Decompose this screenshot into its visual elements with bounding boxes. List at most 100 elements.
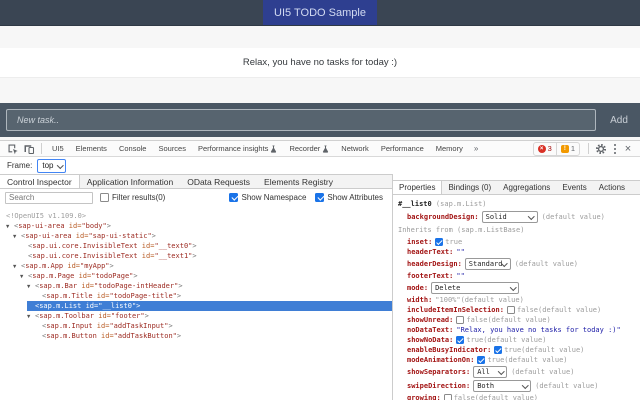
tree-node-myApp[interactable]: ▼<sap.m.App id="myApp"> <box>13 261 392 271</box>
properties-tab-aggregations[interactable]: Aggregations <box>497 181 556 194</box>
tree-node-addTaskInput[interactable]: <sap.m.Input id="addTaskInput"> <box>34 321 392 331</box>
default-value-suffix: (default value) <box>483 335 546 345</box>
tree-attr-value: "__text1" <box>154 252 192 260</box>
property-checkbox-shownodata[interactable] <box>456 336 464 344</box>
kebab-menu-icon[interactable] <box>609 142 621 156</box>
filter-results-checkbox[interactable] <box>100 193 109 202</box>
frame-select[interactable]: top <box>37 159 66 173</box>
inspector-panes: Control InspectorApplication Information… <box>0 174 640 400</box>
devtools-tab-memory[interactable]: Memory <box>430 141 469 156</box>
expand-arrow-icon[interactable]: ▼ <box>6 222 14 232</box>
inspector-tab-application-information[interactable]: Application Information <box>80 175 180 188</box>
tree-node-__text0[interactable]: <sap.ui.core.InvisibleText id="__text0"> <box>20 241 392 251</box>
property-select-backgrounddesign[interactable]: Solid <box>482 211 538 223</box>
properties-tab-events[interactable]: Events <box>556 181 592 194</box>
devtools-tab-strip: UI5ElementsConsoleSourcesPerformance ins… <box>46 141 469 156</box>
warning-count: 1 <box>571 144 575 153</box>
tree-node-root-comment[interactable]: <!OpenUI5 v1.109.0> <box>6 211 392 221</box>
property-row-width: width:"100%" (default value) <box>398 295 640 305</box>
filter-results-group[interactable]: Filter results(0) <box>100 193 165 202</box>
warning-badge[interactable]: ! 1 <box>556 143 579 155</box>
property-checkbox-growing[interactable] <box>444 394 452 400</box>
inspect-element-icon[interactable] <box>6 142 20 156</box>
tree-node-body[interactable]: ▼<sap-ui-area id="body"> <box>6 221 392 231</box>
property-row-shownodata: showNoData:true (default value) <box>398 335 640 345</box>
property-row-mode: mode:Delete <box>398 281 640 295</box>
property-name: showUnread: <box>407 315 453 325</box>
close-devtools-icon[interactable]: × <box>621 142 635 156</box>
property-select-showseparators[interactable]: All <box>473 366 507 378</box>
devtools-tab-ui5[interactable]: UI5 <box>46 141 70 156</box>
properties-tab-bindings-0[interactable]: Bindings (0) <box>442 181 497 194</box>
tree-node-__list0[interactable]: <sap.m.List id="__list0"> <box>27 301 392 311</box>
default-value-suffix: (default value) <box>535 381 598 391</box>
control-tree: <!OpenUI5 v1.109.0>▼<sap-ui-area id="bod… <box>0 206 392 400</box>
property-name: showSeparators: <box>407 367 470 377</box>
show-namespace-group[interactable]: Show Namespace <box>229 193 306 202</box>
tree-node-todoPage-intHeader[interactable]: ▼<sap.m.Bar id="todoPage-intHeader"> <box>27 281 392 291</box>
devtools-tab-console[interactable]: Console <box>113 141 153 156</box>
inspector-tab-elements-registry[interactable]: Elements Registry <box>257 175 340 188</box>
expand-arrow-icon[interactable]: ▼ <box>13 262 21 272</box>
property-value: false <box>454 393 475 400</box>
tree-node-addTaskButton[interactable]: <sap.m.Button id="addTaskButton"> <box>34 331 392 341</box>
property-checkbox-includeiteminselection[interactable] <box>507 306 515 314</box>
show-namespace-checkbox[interactable] <box>229 193 238 202</box>
default-value-suffix: (default value) <box>521 345 584 355</box>
property-checkbox-enablebusyindicator[interactable] <box>494 346 502 354</box>
toolbar-divider <box>41 143 42 154</box>
property-name: inset: <box>407 237 432 247</box>
devtools-tab-recorder[interactable]: Recorder <box>283 141 335 156</box>
todo-list-empty-state: Relax, you have no tasks for today :) <box>0 48 640 78</box>
property-checkbox-modeanimationon[interactable] <box>477 356 485 364</box>
show-attributes-checkbox[interactable] <box>315 193 324 202</box>
tree-node-footer[interactable]: ▼<sap.m.Toolbar id="footer"> <box>27 311 392 321</box>
expand-arrow-icon[interactable]: ▼ <box>20 272 28 282</box>
show-attributes-group[interactable]: Show Attributes <box>315 193 383 202</box>
property-select-mode[interactable]: Delete <box>431 282 519 294</box>
property-row-showseparators: showSeparators:All (default value) <box>398 365 640 379</box>
property-row-enablebusyindicator: enableBusyIndicator:true (default value) <box>398 345 640 355</box>
expand-arrow-icon[interactable]: ▼ <box>27 312 35 322</box>
devtools-tab-sources[interactable]: Sources <box>152 141 192 156</box>
expand-arrow-icon[interactable]: ▼ <box>27 282 35 292</box>
tree-node-__text1[interactable]: <sap.ui.core.InvisibleText id="__text1"> <box>20 251 392 261</box>
search-input[interactable] <box>5 192 93 204</box>
error-badge[interactable]: × 3 <box>534 143 556 155</box>
property-name: modeAnimationOn: <box>407 355 474 365</box>
devtools-tab-label: Performance <box>381 144 424 153</box>
tree-tag-name: sap.m.Page <box>32 272 74 280</box>
tree-node-sap-ui-static[interactable]: ▼<sap-ui-area id="sap-ui-static"> <box>13 231 392 241</box>
properties-tab-actions[interactable]: Actions <box>593 181 631 194</box>
property-checkbox-showunread[interactable] <box>456 316 464 324</box>
property-select-swipedirection[interactable]: Both <box>473 380 531 392</box>
tree-attr-value: "addTaskButton" <box>114 332 177 340</box>
inspector-tab-odata-requests[interactable]: OData Requests <box>180 175 257 188</box>
device-toolbar-icon[interactable] <box>22 142 36 156</box>
settings-gear-icon[interactable] <box>594 142 608 156</box>
property-checkbox-inset[interactable] <box>435 238 443 246</box>
selected-control-heading: #__list0 (sap.m.List) <box>398 199 640 210</box>
devtools-tab-elements[interactable]: Elements <box>70 141 113 156</box>
devtools-tab-network[interactable]: Network <box>335 141 375 156</box>
property-select-headerdesign[interactable]: Standard <box>465 258 511 270</box>
tree-punctuation: > <box>178 282 182 290</box>
properties-tab-bar: PropertiesBindings (0)AggregationsEvents… <box>393 180 640 195</box>
tree-attr-name: id= <box>97 332 114 340</box>
new-task-input[interactable]: New task.. <box>6 109 596 131</box>
default-value-suffix: (default value) <box>487 315 550 325</box>
tree-tag-name: sap.ui.core.InvisibleText <box>32 252 137 260</box>
devtools-tab-performance-insights[interactable]: Performance insights <box>192 141 283 156</box>
tree-node-todoPage-title[interactable]: <sap.m.Title id="todoPage-title"> <box>34 291 392 301</box>
show-attributes-label: Show Attributes <box>327 193 383 202</box>
more-tabs-chevron[interactable]: » <box>469 144 483 153</box>
tree-node-todoPage[interactable]: ▼<sap.m.Page id="todoPage"> <box>20 271 392 281</box>
properties-tab-properties[interactable]: Properties <box>393 181 442 194</box>
devtools-tab-performance[interactable]: Performance <box>375 141 430 156</box>
property-value: true <box>504 345 521 355</box>
inspector-tab-control-inspector[interactable]: Control Inspector <box>0 175 80 188</box>
expand-arrow-icon[interactable]: ▼ <box>13 232 21 242</box>
add-task-button[interactable]: Add <box>604 115 634 126</box>
tree-attr-name: id= <box>63 262 80 270</box>
tree-punctuation: > <box>177 292 181 300</box>
